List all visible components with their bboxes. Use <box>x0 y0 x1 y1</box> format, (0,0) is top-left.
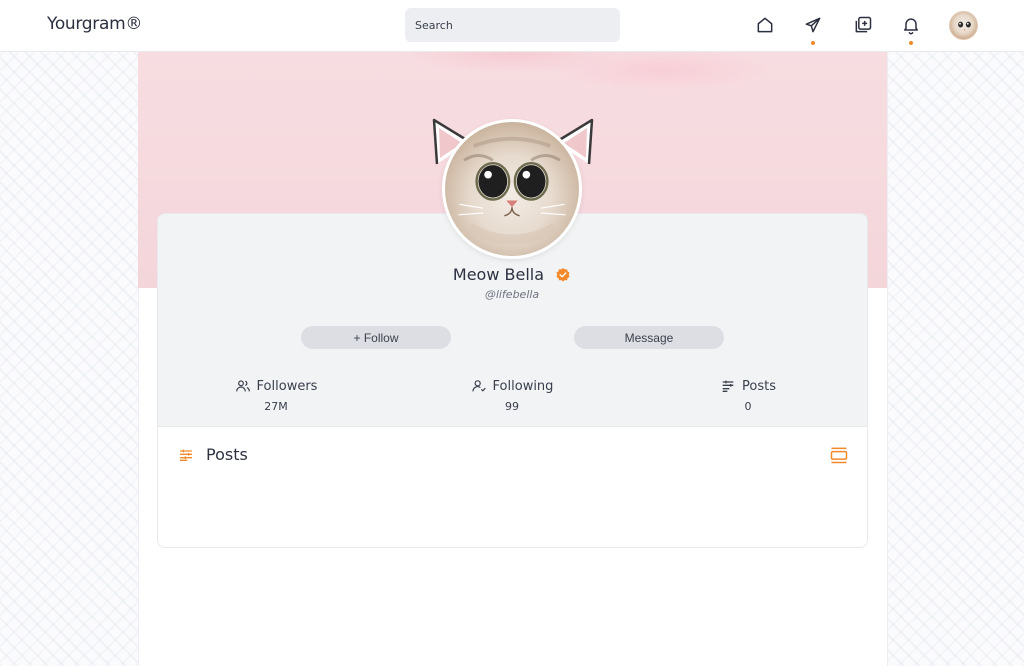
following-label: Following <box>492 378 554 394</box>
notifications-indicator-dot <box>909 41 913 45</box>
profile-name-row: Meow Bella <box>0 264 1024 284</box>
send-icon[interactable] <box>801 13 825 37</box>
bell-icon[interactable] <box>899 13 923 37</box>
profile-avatar-group <box>432 112 594 262</box>
posts-section-header: Posts <box>178 445 248 464</box>
search-input[interactable] <box>405 8 620 42</box>
user-avatar[interactable] <box>949 11 978 40</box>
posts-panel <box>158 426 867 547</box>
posts-count: 0 <box>744 400 752 413</box>
followers-count: 27M <box>264 400 288 413</box>
add-post-icon[interactable] <box>851 13 875 37</box>
users-icon <box>235 380 250 392</box>
top-navbar: Yourgram® <box>0 0 1024 52</box>
brand-logo[interactable]: Yourgram® <box>47 14 142 34</box>
user-check-icon <box>471 380 486 392</box>
message-button[interactable]: Message <box>574 326 724 349</box>
following-count: 99 <box>505 400 519 413</box>
view-toggle-icon[interactable] <box>829 445 849 465</box>
posts-section-title: Posts <box>206 445 248 464</box>
followers-stat[interactable]: Followers 27M <box>196 378 356 413</box>
posts-section-icon <box>180 449 192 461</box>
follow-button[interactable]: + Follow <box>301 326 451 349</box>
posts-label: Posts <box>742 378 776 394</box>
verified-badge-icon <box>556 267 570 281</box>
profile-name: Meow Bella <box>452 265 545 284</box>
messages-indicator-dot <box>811 41 815 45</box>
home-icon[interactable] <box>753 13 777 37</box>
profile-handle: @lifebella <box>484 288 540 301</box>
posts-stat[interactable]: Posts 0 <box>668 378 828 413</box>
followers-label: Followers <box>256 378 318 394</box>
profile-avatar[interactable] <box>442 119 582 259</box>
posts-list-icon <box>722 380 734 392</box>
following-stat[interactable]: Following 99 <box>432 378 592 413</box>
